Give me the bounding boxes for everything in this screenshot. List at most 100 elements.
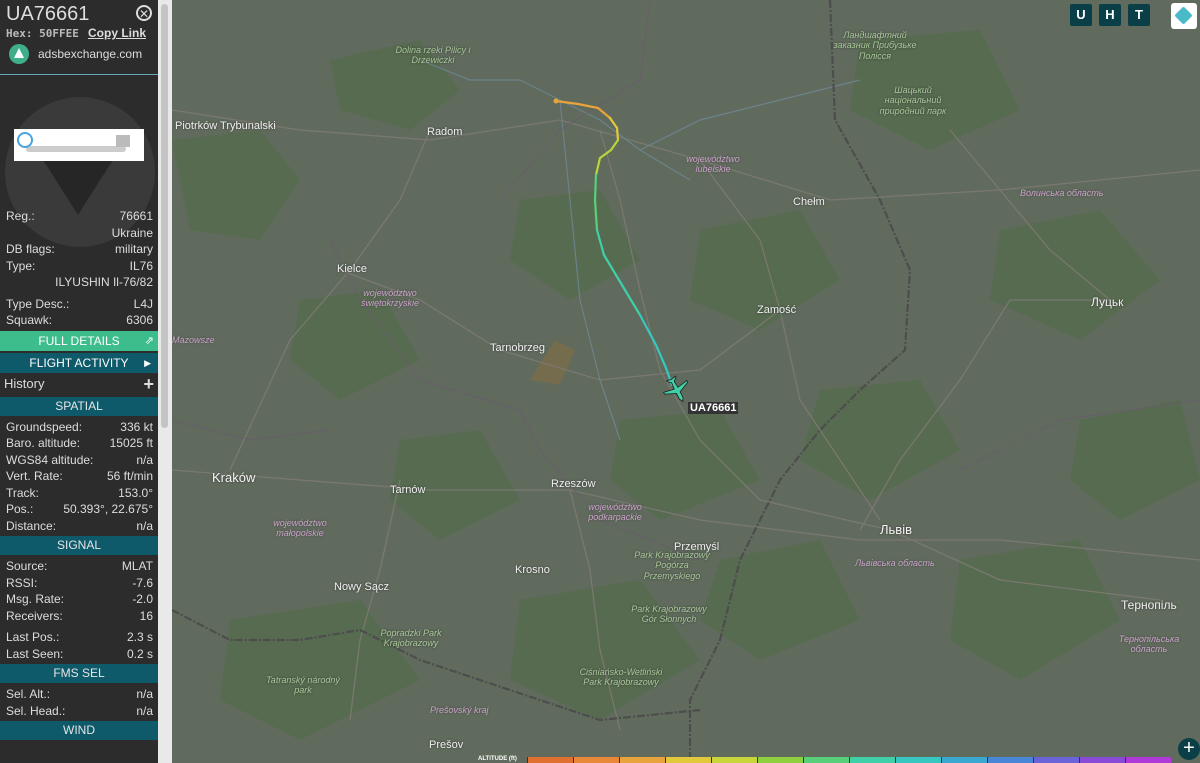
info-value: n/a — [136, 687, 153, 701]
info-key: Type: — [6, 258, 36, 273]
info-row: Pos.: 50.393°, 22.675° — [0, 501, 158, 518]
map-label-city: Krosno — [515, 564, 550, 576]
map-label-city: Tarnów — [390, 484, 426, 496]
map-button-t[interactable]: T — [1128, 4, 1150, 26]
altitude-legend-label: ALTITUDE (ft) — [478, 756, 517, 762]
info-key: Baro. altitude: — [6, 436, 81, 450]
zoom-in-button[interactable]: + — [1178, 738, 1200, 760]
altitude-legend-segment — [619, 757, 665, 763]
info-row: Source: MLAT — [0, 558, 158, 575]
info-row: Msg. Rate: -2.0 — [0, 591, 158, 608]
sidebar: UA76661 ✕ Hex: 50FFEE Copy Link adsbexch… — [0, 0, 158, 763]
hex-value: 50FFEE — [39, 27, 79, 40]
map-button-u[interactable]: U — [1070, 4, 1092, 26]
info-value: 153.0° — [118, 485, 153, 500]
aircraft-photo[interactable] — [14, 129, 144, 161]
info-row: Reg.: 76661 — [0, 208, 158, 225]
info-key: RSSI: — [6, 575, 38, 590]
map-label-park: Шацький національний природний парк — [879, 85, 947, 116]
track-segment — [593, 173, 598, 202]
map-label-bigcity: Львів — [880, 522, 913, 537]
map-label-region: województwo podkarpackie — [588, 502, 642, 523]
sidebar-scrollbar[interactable] — [158, 0, 172, 763]
info-row: DB flags: military — [0, 241, 158, 258]
info-key: Distance: — [6, 518, 57, 533]
info-row: WGS84 altitude: n/a — [0, 452, 158, 469]
aircraft-callsign: UA76661 — [6, 3, 90, 25]
map-label-park: Dolina rzeki Pilicy i Drzewiczki — [395, 45, 471, 66]
info-key: Source: — [6, 559, 48, 573]
full-details-label: FULL DETAILS — [38, 333, 120, 348]
map-label-city: Тернопіль — [1121, 598, 1177, 612]
fms-list: Sel. Alt.: n/a Sel. Head.: n/a — [0, 686, 158, 719]
info-value: 6306 — [126, 313, 153, 327]
info-value: 16 — [139, 608, 153, 623]
info-value: ILYUSHIN Il-76/82 — [55, 275, 153, 289]
map-label-park: Popradzki Park Krajobrazowy — [380, 628, 442, 649]
map-label-region: Волинська область — [1020, 188, 1104, 198]
external-link-icon: ⇗ — [144, 334, 154, 347]
map-canvas[interactable]: Piotrków Trybunalski Radom Kielce Chełm Zamo… — [172, 0, 1200, 763]
altitude-legend-segment — [1125, 757, 1171, 763]
info-row: RSSI: -7.6 — [0, 575, 158, 592]
info-row: Baro. altitude: 15025 ft — [0, 435, 158, 452]
close-icon[interactable]: ✕ — [136, 5, 152, 21]
flight-activity-button[interactable]: FLIGHT ACTIVITY ▶ — [0, 352, 158, 373]
hex-label: Hex: — [6, 27, 33, 40]
info-value: -2.0 — [132, 592, 153, 606]
map-label-park: Tatranský národný park — [266, 675, 340, 696]
altitude-legend-segment — [665, 757, 711, 763]
copy-link-button[interactable]: Copy Link — [88, 26, 146, 40]
history-toggle[interactable]: History + — [0, 372, 158, 395]
altitude-legend-segment — [1079, 757, 1125, 763]
signal-list: Source: MLAT RSSI: -7.6 Msg. Rate: -2.0 Receiv… — [0, 558, 158, 662]
info-row: Sel. Alt.: n/a — [0, 686, 158, 703]
info-value: 76661 — [119, 209, 153, 223]
map-label-park: Park Krajobrazowy Gór Słonnych — [631, 604, 707, 625]
info-key: Vert. Rate: — [6, 469, 63, 483]
aircraft-info-list: Reg.: 76661 Ukraine DB flags: military Type: I… — [0, 208, 158, 329]
info-value: 2.3 s — [126, 630, 153, 644]
map-label-city: Radom — [427, 126, 463, 138]
altitude-legend-segment — [803, 757, 849, 763]
full-details-button[interactable]: FULL DETAILS ⇗ — [0, 330, 158, 351]
aircraft-icon[interactable] — [662, 375, 692, 405]
info-key: Pos.: — [6, 502, 34, 516]
info-value: n/a — [136, 518, 153, 533]
info-value: L4J — [133, 296, 153, 311]
map-button-h[interactable]: H — [1099, 4, 1121, 26]
adsbexchange-logo-icon[interactable] — [9, 44, 29, 64]
info-value: 336 kt — [120, 419, 153, 434]
info-key: WGS84 altitude: — [6, 452, 94, 467]
altitude-legend-segment — [573, 757, 619, 763]
map-label-region: Львівська область — [855, 558, 935, 568]
history-label: History — [4, 375, 45, 391]
layers-button[interactable] — [1171, 3, 1197, 29]
info-row: ILYUSHIN Il-76/82 — [0, 274, 158, 291]
section-spatial: SPATIAL — [0, 396, 158, 416]
info-value: military — [115, 242, 153, 256]
info-key: Groundspeed: — [6, 419, 83, 434]
info-key: Sel. Alt.: — [6, 687, 51, 701]
plus-icon[interactable]: + — [143, 373, 154, 395]
source-site-link[interactable]: adsbexchange.com — [38, 47, 142, 61]
sidebar-scroll-thumb[interactable] — [161, 4, 168, 428]
section-wind: WIND — [0, 721, 158, 740]
info-key: Reg.: — [6, 209, 35, 223]
flight-activity-label: FLIGHT ACTIVITY — [29, 355, 129, 370]
info-row: Distance: n/a — [0, 518, 158, 535]
info-value: 0.2 s — [126, 646, 153, 661]
info-row: Last Pos.: 2.3 s — [0, 629, 158, 646]
altitude-legend-bar — [527, 757, 1171, 763]
altitude-legend-segment — [1033, 757, 1079, 763]
map-label-region: województwo lubelskie — [686, 154, 740, 175]
info-value: 50.393°, 22.675° — [63, 502, 153, 516]
aircraft-label[interactable]: UA76661 — [688, 402, 739, 414]
info-key: Msg. Rate: — [6, 592, 65, 606]
info-key: Receivers: — [6, 608, 63, 623]
aircraft-fuselage — [26, 146, 126, 152]
map-label-city: Kielce — [337, 263, 367, 275]
info-row: Vert. Rate: 56 ft/min — [0, 468, 158, 485]
info-value: Ukraine — [111, 225, 153, 240]
chevron-right-icon: ▶ — [144, 357, 151, 368]
